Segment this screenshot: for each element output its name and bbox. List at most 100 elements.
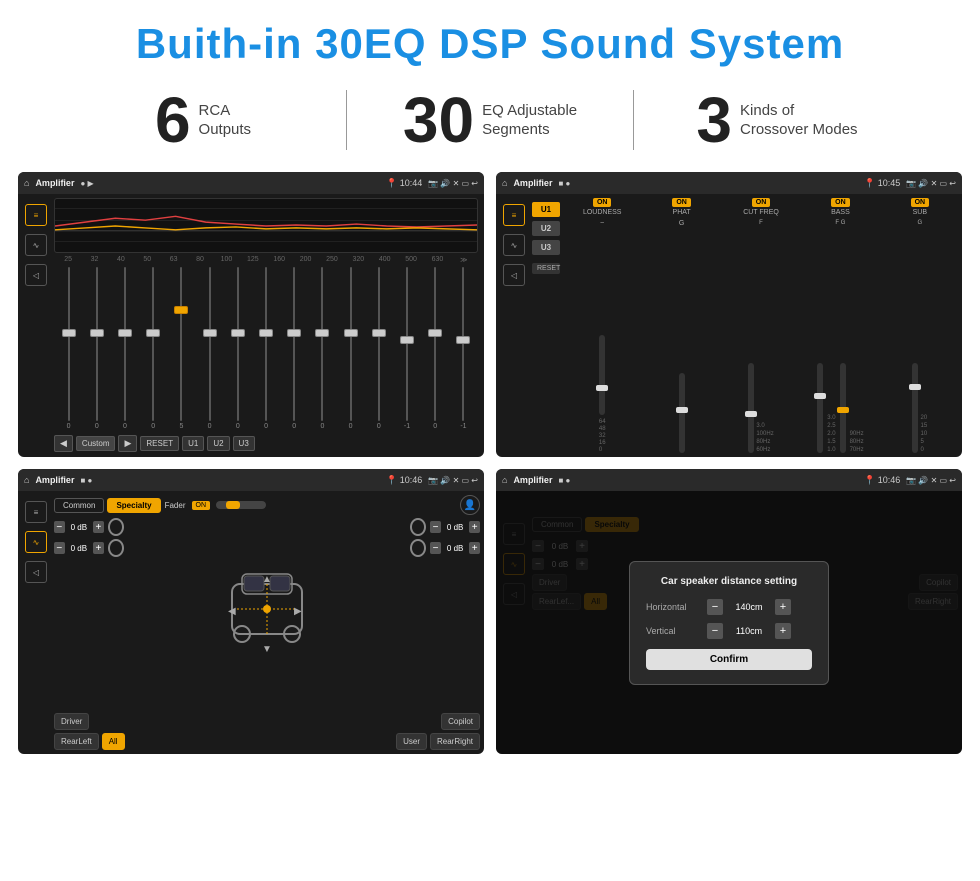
eq-slider-500[interactable]: 0 [423,267,448,430]
sp-plus-fl[interactable]: + [93,521,104,533]
cx-channel-sub: ON SUB G 20151050 [882,198,958,453]
eq-slider-160[interactable]: 0 [282,267,307,430]
eq-slider-25[interactable]: 0 [56,267,81,430]
eq-next-button[interactable]: ▶ [118,435,137,452]
sp-icon-eq[interactable]: ≡ [25,501,47,523]
cx-u1-button[interactable]: U1 [532,202,560,217]
eq-slider-40[interactable]: 0 [112,267,137,430]
eq-preset-custom[interactable]: Custom [76,436,116,451]
dialog-horizontal-plus[interactable]: + [775,599,791,615]
cx-channel-bass: ON BASS F G 3.02.52.01.51.0 [802,198,878,453]
cx-slider-loudness[interactable] [599,335,605,415]
dialog-horizontal-value: 140cm [729,602,769,612]
cx-slider-cutfreq[interactable] [748,363,754,453]
eq-slider-400[interactable]: -1 [394,267,419,430]
topbar-title-cx: Amplifier [513,178,552,188]
distance-dialog: Car speaker distance setting Horizontal … [629,561,829,685]
dialog-vertical-value: 110cm [729,626,769,636]
sp-icon-vol[interactable]: ◁ [25,561,47,583]
cx-icon-wave[interactable]: ∿ [503,234,525,256]
sp-icon-wave[interactable]: ∿ [25,531,47,553]
cx-presets: U1 U2 U3 RESET [532,198,560,453]
eq-slider-125[interactable]: 0 [253,267,278,430]
sp-rearleft-button[interactable]: RearLeft [54,733,99,750]
eq-slider-80[interactable]: 0 [197,267,222,430]
cx-on-loudness[interactable]: ON [593,198,612,207]
sp-vol-row-rr: − 0 dB + [410,539,480,557]
cx-slider-phat[interactable] [679,373,685,453]
sp-car-diagram: ▲ ▼ ◀ ▶ [130,518,404,710]
cx-slider-bass-f[interactable] [817,363,823,453]
topbar-dots-dist: ■ ● [558,476,570,485]
sp-plus-rl[interactable]: + [93,542,104,554]
home-icon-cx[interactable]: ⌂ [502,178,507,188]
sp-main-area: Common Specialty Fader ON 👤 [54,495,480,750]
eq-reset-button[interactable]: RESET [140,436,179,451]
dialog-horizontal-minus[interactable]: − [707,599,723,615]
topbar-time-sp: 📍 10:46 [386,475,422,486]
cx-slider-sub[interactable] [912,363,918,453]
sp-copilot-button[interactable]: Copilot [441,713,480,730]
sp-vol-row-fl: − 0 dB + [54,518,124,536]
eq-slider-50[interactable]: 0 [141,267,166,430]
eq-prev-button[interactable]: ◀ [54,435,73,452]
cx-on-cutfreq[interactable]: ON [752,198,771,207]
sp-profile-icon[interactable]: 👤 [460,495,480,515]
sp-minus-rr[interactable]: − [430,542,441,554]
sp-minus-fl[interactable]: − [54,521,65,533]
sp-fader-track[interactable] [216,501,266,509]
cx-icon-eq[interactable]: ≡ [503,204,525,226]
cx-slider-bass-g[interactable] [840,363,846,453]
eq-u2-button[interactable]: U2 [207,436,229,451]
stat-rca-number: 6 [155,88,191,152]
page-title: Buith-in 30EQ DSP Sound System [0,0,980,78]
eq-slider-250[interactable]: 0 [338,267,363,430]
dialog-vertical-plus[interactable]: + [775,623,791,639]
cx-on-sub[interactable]: ON [911,198,930,207]
cx-on-bass[interactable]: ON [831,198,850,207]
dialog-vertical-minus[interactable]: − [707,623,723,639]
sp-driver-button[interactable]: Driver [54,713,89,730]
topbar-time-eq: 📍 10:44 [386,178,422,189]
sp-minus-fr[interactable]: − [430,521,441,533]
eq-icon-volume[interactable]: ◁ [25,264,47,286]
sp-fader-label: Fader [165,501,186,510]
eq-slider-100[interactable]: 0 [225,267,250,430]
sp-all-button[interactable]: All [102,733,125,750]
sp-rearright-button[interactable]: RearRight [430,733,480,750]
cx-on-phat[interactable]: ON [672,198,691,207]
sp-vol-left: − 0 dB + − 0 dB + [54,518,124,710]
topbar-dots-sp: ■ ● [80,476,92,485]
eq-icon-equalizer[interactable]: ≡ [25,204,47,226]
topbar-eq: ⌂ Amplifier ● ▶ 📍 10:44 📷 🔊 ✕ ▭ ↩ [18,172,484,194]
sp-plus-fr[interactable]: + [469,521,480,533]
sp-user-button[interactable]: User [396,733,427,750]
cx-u3-button[interactable]: U3 [532,240,560,255]
sp-bottom-row: Driver Copilot [54,713,480,730]
sp-tab-specialty[interactable]: Specialty [107,498,160,513]
eq-icon-wave[interactable]: ∿ [25,234,47,256]
speaker-panel: ≡ ∿ ◁ Common Specialty Fader ON [18,491,484,754]
home-icon-dist[interactable]: ⌂ [502,475,507,485]
sp-fader-on[interactable]: ON [192,501,211,510]
home-icon-sp[interactable]: ⌂ [24,475,29,485]
confirm-button[interactable]: Confirm [646,649,812,670]
eq-u1-button[interactable]: U1 [182,436,204,451]
sp-tab-common[interactable]: Common [54,498,104,513]
stat-crossover: 3 Kinds ofCrossover Modes [634,88,920,152]
sp-minus-rl[interactable]: − [54,542,65,554]
eq-u3-button[interactable]: U3 [233,436,255,451]
sp-plus-rr[interactable]: + [469,542,480,554]
eq-slider-200[interactable]: 0 [310,267,335,430]
cx-icon-vol[interactable]: ◁ [503,264,525,286]
cx-channel-phat: ON PHAT G [643,198,719,453]
crossover-panel: ≡ ∿ ◁ U1 U2 U3 RESET ON LOUDNESS ~ [496,194,962,457]
cx-channel-cutfreq: ON CUT FREQ F 3.0100Hz80Hz60Hz [723,198,799,453]
eq-slider-32[interactable]: 0 [84,267,109,430]
cx-u2-button[interactable]: U2 [532,221,560,236]
cx-reset-button[interactable]: RESET [532,263,560,274]
eq-slider-630[interactable]: -1 [451,267,476,430]
eq-slider-320[interactable]: 0 [366,267,391,430]
eq-slider-63[interactable]: 5 [169,267,194,430]
home-icon[interactable]: ⌂ [24,178,29,188]
